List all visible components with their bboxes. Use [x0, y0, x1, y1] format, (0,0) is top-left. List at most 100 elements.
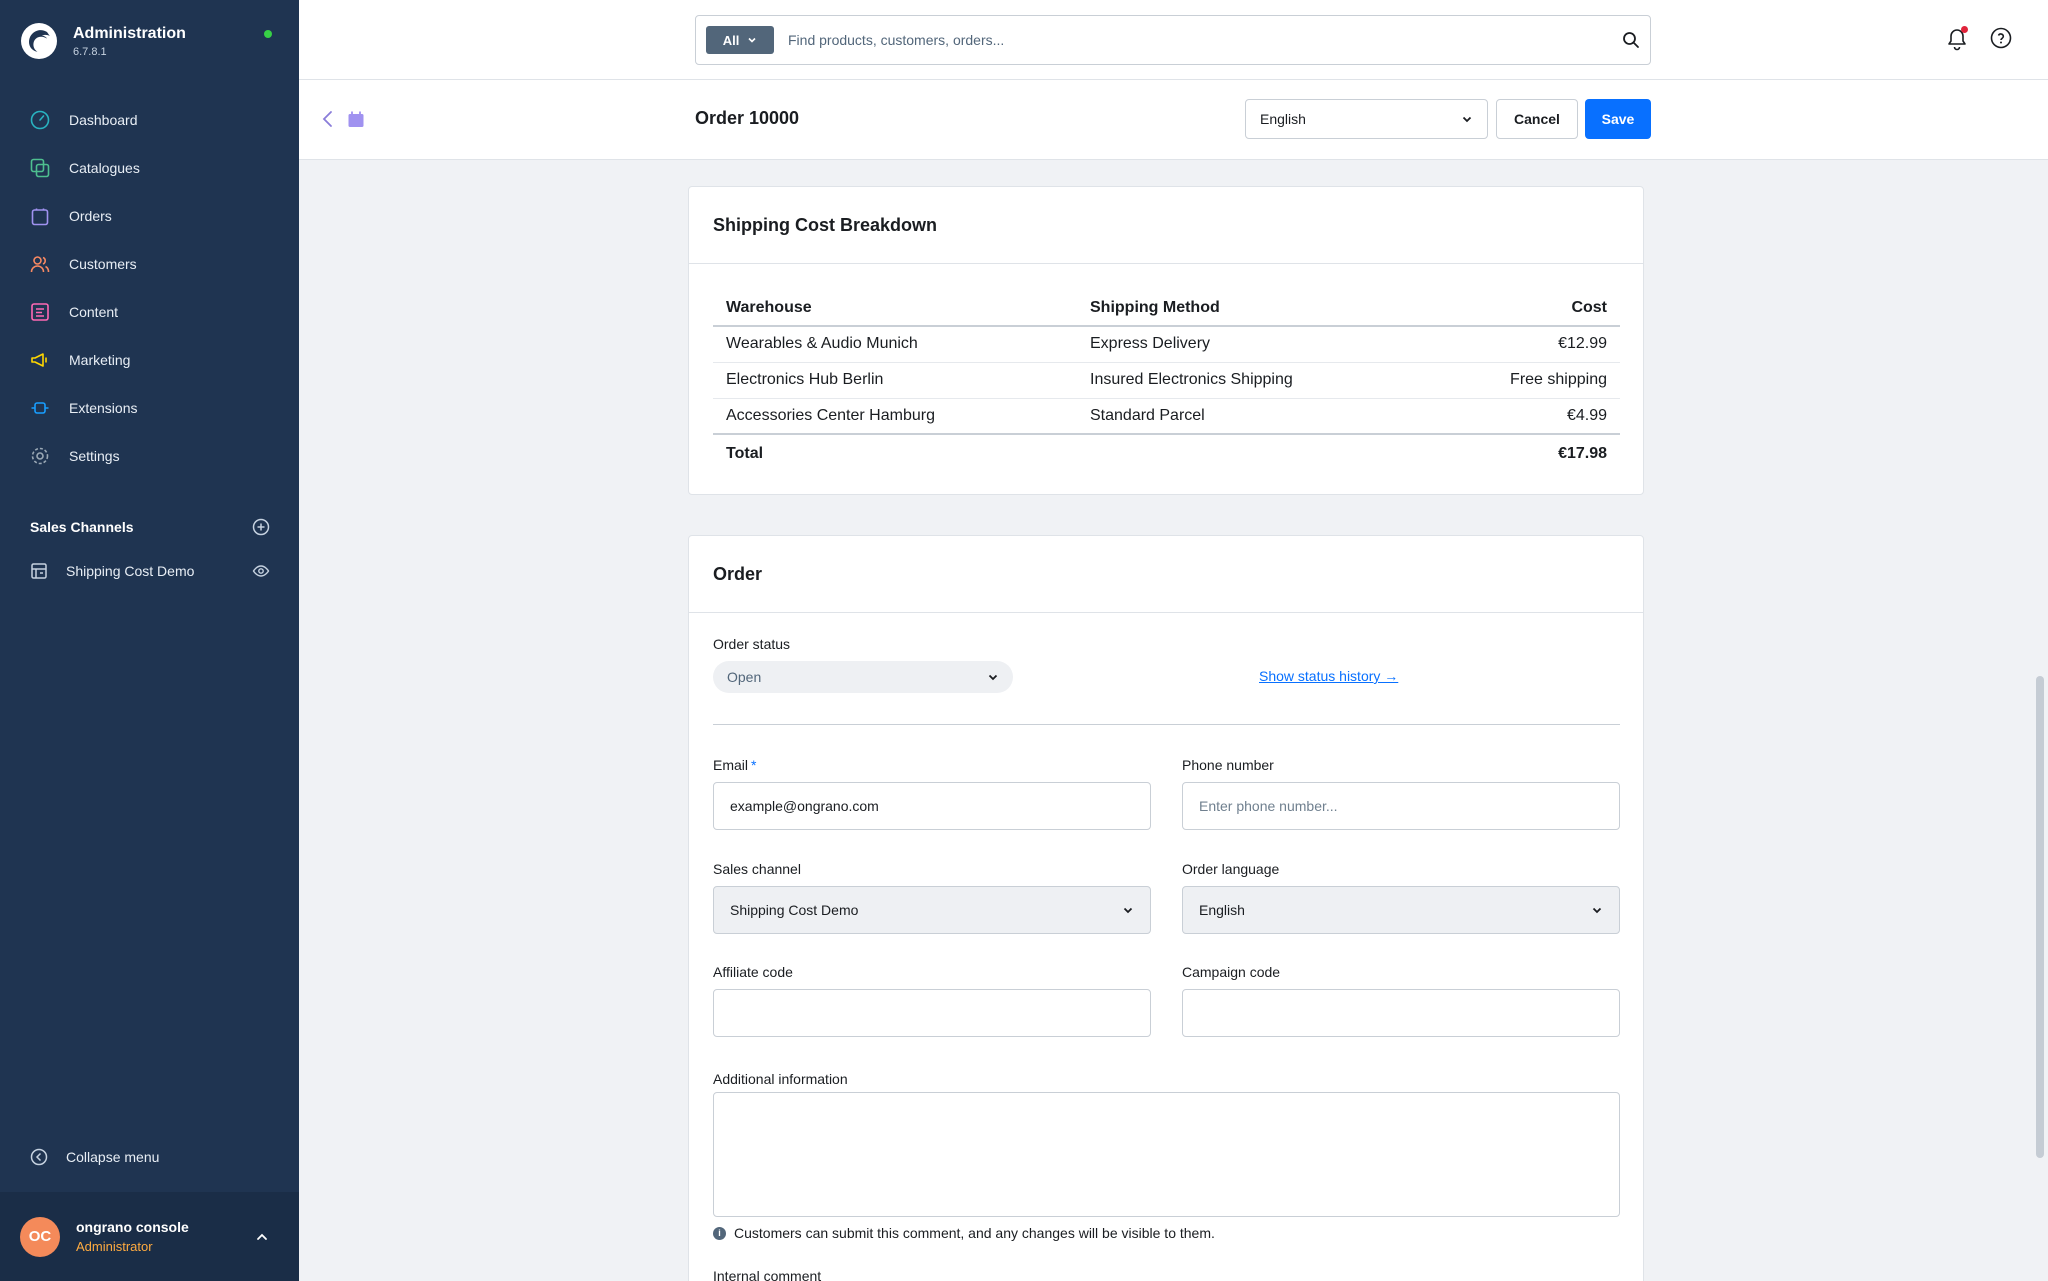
additional-info-label: Additional information [713, 1071, 848, 1087]
user-role: Administrator [76, 1239, 153, 1254]
add-circle-icon[interactable] [252, 518, 270, 536]
table-cell-empty [1077, 433, 1477, 472]
chevron-down-icon [988, 674, 998, 681]
chevron-down-icon [1123, 907, 1133, 914]
nav-label: Dashboard [69, 112, 138, 128]
status-indicator [264, 30, 272, 38]
column-header: Cost [1477, 290, 1620, 327]
nav-item-orders[interactable]: Orders [0, 192, 299, 240]
nav-item-content[interactable]: Content [0, 288, 299, 336]
nav-item-marketing[interactable]: Marketing [0, 336, 299, 384]
catalogues-icon [29, 157, 51, 179]
table-cell: Insured Electronics Shipping [1077, 362, 1477, 399]
status-history-link[interactable]: Show status history → [1259, 668, 1398, 684]
hint-text: Customers can submit this comment, and a… [734, 1225, 1215, 1241]
sales-channel-select[interactable]: Shipping Cost Demo [713, 886, 1151, 934]
search-input[interactable] [788, 32, 1622, 48]
shopware-logo-icon [21, 23, 57, 59]
nav-item-settings[interactable]: Settings [0, 432, 299, 480]
orders-icon [29, 205, 51, 227]
nav-item-catalogues[interactable]: Catalogues [0, 144, 299, 192]
table-header-row: Warehouse Shipping Method Cost [713, 290, 1620, 327]
email-label: Email * [713, 757, 757, 773]
user-name: ongrano console [76, 1219, 189, 1235]
info-icon: i [713, 1226, 726, 1240]
marketing-icon [29, 349, 51, 371]
dashboard-icon [29, 109, 51, 131]
app-title: Administration [73, 24, 186, 42]
customers-icon [29, 253, 51, 275]
campaign-code-field[interactable] [1182, 989, 1620, 1037]
global-search: All [695, 15, 1651, 65]
nav-label: Customers [69, 256, 137, 272]
search-type-select[interactable]: All [706, 26, 774, 54]
order-status-label: Order status [713, 636, 791, 652]
collapse-menu-label: Collapse menu [66, 1149, 160, 1165]
internal-comment-label: Internal comment [713, 1268, 822, 1281]
scrollbar[interactable] [2036, 676, 2044, 1158]
order-language-label: Order language [1182, 861, 1280, 877]
notifications-button[interactable] [1946, 26, 1968, 56]
campaign-code-label: Campaign code [1182, 964, 1281, 980]
table-cell: €4.99 [1477, 398, 1620, 435]
nav-label: Extensions [69, 400, 138, 416]
sales-channel-label: Sales channel [713, 861, 801, 877]
table-row: Electronics Hub Berlin Insured Electroni… [713, 362, 1620, 399]
divider [713, 724, 1620, 725]
eye-icon[interactable] [252, 562, 270, 580]
table-row: Accessories Center Hamburg Standard Parc… [713, 398, 1620, 435]
total-label: Total [713, 433, 1077, 472]
back-chevron-icon[interactable] [321, 110, 335, 128]
chevron-down-icon [748, 37, 756, 43]
phone-field[interactable]: Enter phone number... [1182, 782, 1620, 830]
affiliate-code-field[interactable] [713, 989, 1151, 1037]
nav-label: Marketing [69, 352, 131, 368]
column-header: Warehouse [713, 290, 1077, 327]
nav-label: Orders [69, 208, 112, 224]
language-switch[interactable]: English [1245, 99, 1488, 139]
user-menu[interactable]: OC ongrano console Administrator [0, 1192, 299, 1281]
table-cell: Accessories Center Hamburg [713, 398, 1077, 435]
help-icon[interactable] [1990, 27, 2012, 49]
nav-item-dashboard[interactable]: Dashboard [0, 96, 299, 144]
table-cell: Electronics Hub Berlin [713, 362, 1077, 399]
brand[interactable]: Administration 6.7.8.1 [20, 22, 186, 60]
avatar: OC [20, 1216, 60, 1257]
save-button[interactable]: Save [1585, 99, 1651, 139]
comment-hint: i Customers can submit this comment, and… [713, 1225, 1215, 1241]
card-title: Order [689, 536, 1643, 613]
nav-label: Catalogues [69, 160, 140, 176]
extensions-icon [29, 397, 51, 419]
table-cell: Standard Parcel [1077, 398, 1477, 435]
sales-channels-header: Sales Channels [30, 518, 270, 536]
app-version: 6.7.8.1 [73, 45, 107, 58]
storefront-icon [31, 563, 47, 579]
table-cell: Express Delivery [1077, 326, 1477, 363]
sales-channel-value: Shipping Cost Demo [730, 902, 859, 918]
order-status-select[interactable]: Open [713, 661, 1013, 693]
content-icon [29, 301, 51, 323]
sales-channel-item[interactable]: Shipping Cost Demo [30, 562, 270, 580]
chevron-down-icon [1592, 907, 1602, 914]
table-total-row: Total €17.98 [713, 433, 1620, 472]
chevron-up-icon[interactable] [255, 1230, 269, 1244]
nav-label: Content [69, 304, 119, 320]
cancel-button[interactable]: Cancel [1496, 99, 1578, 139]
notification-badge [1961, 26, 1968, 33]
order-language-select[interactable]: English [1182, 886, 1620, 934]
table-row: Wearables & Audio Munich Express Deliver… [713, 326, 1620, 363]
email-field[interactable]: example@ongrano.com [713, 782, 1151, 830]
sidebar: Administration 6.7.8.1 Dashboard Catalog… [0, 0, 299, 1281]
nav-label: Settings [69, 448, 120, 464]
additional-info-textarea[interactable] [713, 1092, 1620, 1217]
settings-icon [29, 445, 51, 467]
nav-item-extensions[interactable]: Extensions [0, 384, 299, 432]
collapse-menu-button[interactable]: Collapse menu [30, 1148, 159, 1166]
nav-item-customers[interactable]: Customers [0, 240, 299, 288]
main-nav: Dashboard Catalogues Orders Customers Co… [0, 96, 299, 480]
order-status-value: Open [727, 669, 762, 685]
search-type-label: All [722, 32, 740, 48]
order-language-value: English [1199, 902, 1245, 918]
search-icon[interactable] [1622, 31, 1640, 49]
top-bar: All [299, 0, 2048, 80]
